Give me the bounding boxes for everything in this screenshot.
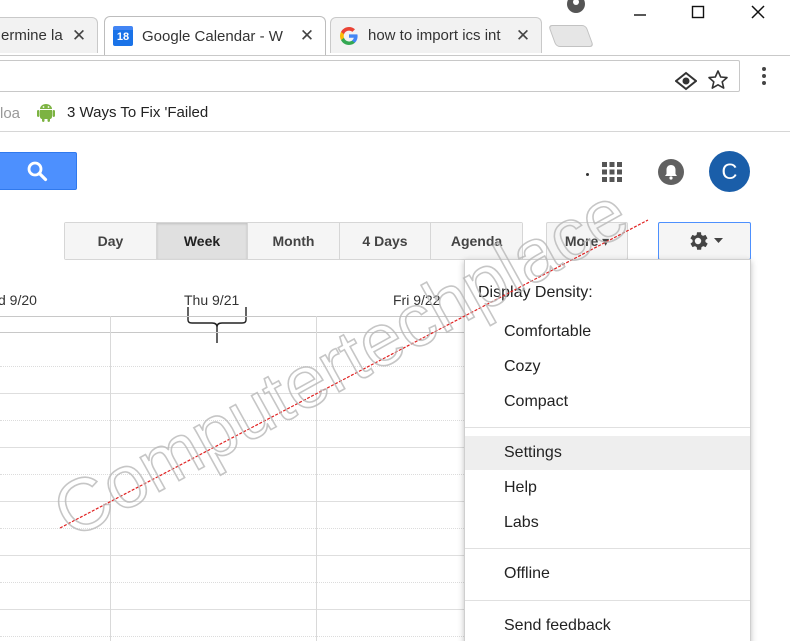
grid-line [0, 332, 470, 333]
grid-line [0, 636, 470, 637]
tab-title: ermine la [1, 27, 63, 44]
new-tab-button[interactable] [547, 25, 595, 47]
more-views-button[interactable]: More ▾ [546, 222, 628, 260]
browser-tab-1[interactable]: ermine la ✕ [0, 17, 98, 53]
search-icon [27, 161, 47, 182]
grid-line [0, 447, 470, 448]
menu-item-comfortable[interactable]: Comfortable [465, 315, 750, 349]
extension-eye-icon[interactable] [675, 70, 697, 92]
grid-line [0, 582, 470, 583]
chevron-down-icon [714, 238, 723, 243]
bookmark-item[interactable]: loa [0, 105, 22, 122]
view-button-day[interactable]: Day [65, 223, 157, 259]
close-tab-icon[interactable]: ✕ [299, 27, 315, 44]
close-tab-icon[interactable]: ✕ [515, 27, 531, 44]
menu-item-labs[interactable]: Labs [465, 506, 750, 540]
bookmarks-bar: loa 3 Ways To Fix 'Failed [0, 96, 790, 132]
grid-line [0, 316, 470, 317]
close-tab-icon[interactable]: ✕ [71, 27, 87, 44]
grid-line [0, 474, 470, 475]
view-switcher: Day Week Month 4 Days Agenda [64, 222, 523, 260]
day-header-wed: d 9/20 [0, 292, 37, 308]
menu-item-offline[interactable]: Offline [465, 557, 750, 591]
browser-tab-3[interactable]: how to import ics int ✕ [330, 17, 542, 53]
gear-icon [690, 232, 708, 250]
menu-divider [465, 548, 750, 549]
menu-divider [465, 427, 750, 428]
address-bar[interactable] [0, 60, 740, 92]
google-calendar-favicon-icon: 18 [113, 26, 133, 46]
browser-menu-icon[interactable] [758, 65, 770, 87]
close-window-icon[interactable] [738, 0, 778, 24]
view-button-agenda[interactable]: Agenda [431, 223, 522, 259]
browser-tabstrip: ermine la ✕ 18 Google Calendar - W ✕ how… [0, 0, 790, 56]
view-button-week[interactable]: Week [157, 223, 248, 259]
maximize-window-icon[interactable] [678, 0, 718, 24]
day-header-fri: Fri 9/22 [393, 292, 441, 308]
notifications-bell-icon[interactable] [658, 159, 684, 185]
grid-line [0, 366, 470, 367]
toolbar [0, 56, 790, 96]
separator-dot [586, 173, 589, 176]
day-column-divider [110, 316, 111, 641]
grid-line [0, 555, 470, 556]
view-button-4-days[interactable]: 4 Days [340, 223, 431, 259]
display-density-label: Display Density: [478, 284, 593, 301]
grid-line [0, 501, 470, 502]
menu-divider [465, 600, 750, 601]
grid-line [0, 528, 470, 529]
grid-line [0, 609, 470, 610]
menu-item-compact[interactable]: Compact [465, 385, 750, 419]
profile-icon[interactable] [566, 0, 586, 14]
grid-line [0, 393, 470, 394]
tab-title: how to import ics int [368, 27, 501, 44]
browser-tab-google-calendar[interactable]: 18 Google Calendar - W ✕ [104, 16, 326, 55]
minimize-window-icon[interactable] [620, 0, 660, 24]
android-icon [37, 104, 55, 122]
grid-line [0, 420, 470, 421]
bookmark-label: 3 Ways To Fix 'Failed [67, 103, 209, 121]
google-favicon-icon [339, 26, 359, 46]
google-apps-grid-icon[interactable] [600, 160, 624, 184]
bookmark-item[interactable]: 3 Ways To Fix 'Failed [37, 102, 217, 122]
settings-dropdown-menu: Display Density: Comfortable Cozy Compac… [464, 259, 751, 641]
menu-item-cozy[interactable]: Cozy [465, 350, 750, 384]
menu-item-send-feedback[interactable]: Send feedback [465, 609, 750, 641]
tab-title: Google Calendar - W [142, 27, 283, 45]
account-avatar[interactable]: C [709, 151, 750, 192]
bookmark-star-icon[interactable] [707, 69, 729, 91]
search-button[interactable] [0, 152, 77, 190]
menu-item-settings[interactable]: Settings [465, 436, 750, 470]
day-column-divider [316, 316, 317, 641]
menu-item-help[interactable]: Help [465, 471, 750, 505]
view-button-month[interactable]: Month [248, 223, 340, 259]
settings-button[interactable] [658, 222, 751, 260]
